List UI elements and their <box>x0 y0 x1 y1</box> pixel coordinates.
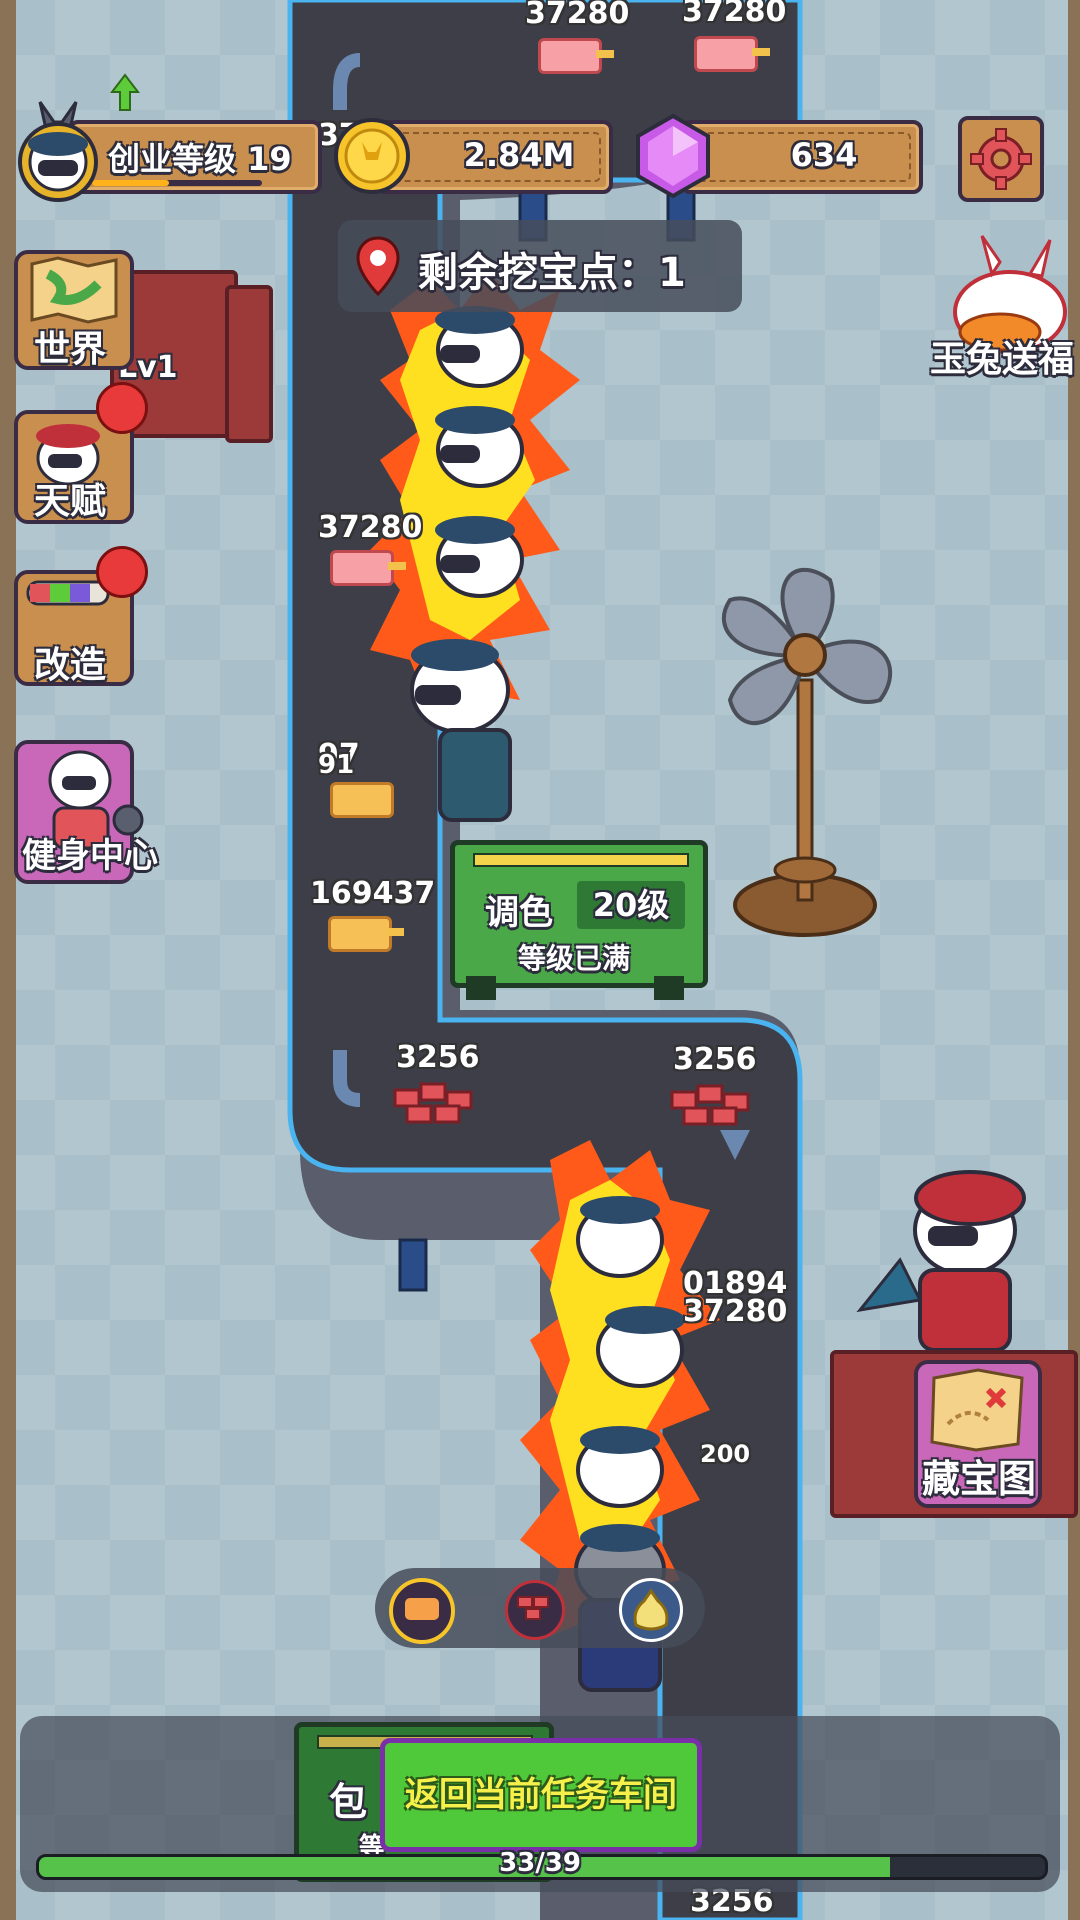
machine-name: 调色 <box>485 893 553 933</box>
modify-notification-badge <box>96 546 148 598</box>
return-workshop-label: 返回当前任务车间 <box>405 1775 677 1815</box>
coin-bag-icon <box>633 1588 669 1631</box>
floating-value: 91 <box>318 750 355 780</box>
level-up-arrow-icon <box>110 73 141 111</box>
dig-points-label: 剩余挖宝点：1 <box>418 250 686 296</box>
floating-value: 37280 <box>683 1294 788 1329</box>
gym-label: 健身中心 <box>22 836 158 876</box>
world-label: 世界 <box>33 329 106 370</box>
resource-pill <box>330 782 394 818</box>
dig-points-panel: 剩余挖宝点：1 <box>338 220 742 312</box>
treasure-map-label: 藏宝图 <box>921 1457 1036 1501</box>
level-label: 创业等级 19 <box>108 140 292 178</box>
floating-value: 37280 <box>525 0 630 31</box>
resource-pill <box>694 36 758 72</box>
worker-bunnies-top <box>370 270 580 822</box>
brick-pile <box>670 1084 750 1126</box>
coins-value: 2.84M <box>463 136 575 174</box>
paint-bar-icon <box>405 1598 439 1620</box>
coin-icon <box>334 118 410 194</box>
bricks-icon <box>517 1596 549 1620</box>
treasure-map-icon <box>930 1368 1024 1452</box>
resource-slot-paint[interactable] <box>389 1578 455 1644</box>
fan-decoration <box>722 567 893 937</box>
settings-button[interactable] <box>958 116 1044 202</box>
player-avatar[interactable] <box>10 92 106 204</box>
floating-value: 169437 <box>310 876 436 911</box>
machine-status: 等级已满 <box>517 942 630 975</box>
machine-level: 20级 <box>592 886 670 924</box>
resource-pill <box>328 916 392 952</box>
packaging-label: 包 <box>329 1780 368 1824</box>
left-station-side <box>225 285 273 443</box>
floating-value: 200 <box>700 1440 751 1468</box>
resource-slot-bag[interactable] <box>619 1578 683 1642</box>
manager-bunny[interactable] <box>840 1150 1060 1350</box>
gems-value: 634 <box>790 136 858 174</box>
resource-pill <box>538 38 602 74</box>
floating-value: 37280 <box>318 510 423 545</box>
gear-icon <box>970 128 1032 190</box>
resource-slot-bricks[interactable] <box>505 1580 565 1640</box>
talent-notification-badge <box>96 382 148 434</box>
jade-rabbit-label: 玉兔送福 <box>929 339 1074 380</box>
talent-label: 天赋 <box>33 481 106 522</box>
return-workshop-button[interactable]: 返回当前任务车间 <box>380 1738 702 1852</box>
color-mixing-machine[interactable]: 调色 20级 等级已满 <box>450 840 708 988</box>
modify-label: 改造 <box>33 645 106 686</box>
level-bar[interactable]: 创业等级 19 <box>68 120 322 194</box>
resource-pill <box>330 550 394 586</box>
gem-icon <box>636 113 710 199</box>
floating-value: 37280 <box>682 0 787 29</box>
gems-bar[interactable]: 634 <box>680 120 923 194</box>
resource-selector <box>375 1568 705 1648</box>
location-pin-icon <box>356 236 400 296</box>
task-progress-text: 33/39 <box>499 1848 581 1878</box>
brick-pile <box>393 1082 473 1124</box>
